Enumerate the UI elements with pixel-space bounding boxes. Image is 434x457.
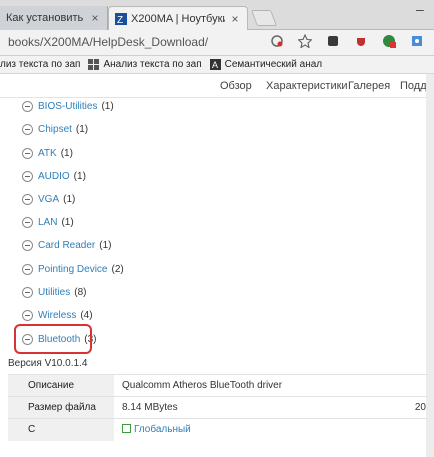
- svg-text:A: A: [212, 60, 218, 70]
- collapse-icon: [22, 147, 33, 159]
- window-control-icon[interactable]: –: [416, 2, 428, 16]
- extension-green-icon[interactable]: [382, 34, 396, 48]
- collapse-icon: [22, 193, 33, 205]
- row-value-link[interactable]: Глобальный: [122, 424, 191, 435]
- category-count: (8): [74, 286, 87, 298]
- global-download-link[interactable]: Глобальный: [134, 424, 191, 435]
- category-name: Chipset: [38, 123, 72, 135]
- collapse-icon: [22, 263, 33, 275]
- collapse-icon: [22, 239, 33, 251]
- category-count: (1): [60, 147, 73, 159]
- category-card-reader[interactable]: Card Reader (1): [22, 238, 112, 252]
- category-lan[interactable]: LAN (1): [22, 215, 74, 229]
- address-bar[interactable]: books/X200MA/HelpDesk_Download/: [8, 35, 208, 49]
- category-count: (1): [99, 239, 112, 251]
- download-icon: [122, 424, 131, 433]
- nav-overview[interactable]: Обзор: [220, 80, 252, 92]
- category-name: Card Reader: [38, 239, 96, 251]
- row-extra: 20: [414, 402, 426, 413]
- category-vga[interactable]: VGA (1): [22, 192, 75, 206]
- table-row: Описание Qualcomm Atheros BlueTooth driv…: [8, 374, 428, 397]
- row-value: 8.14 MBytes: [122, 402, 178, 413]
- category-atk[interactable]: ATK (1): [22, 146, 73, 160]
- tab-label: X200MA | Ноутбуки | AS: [131, 12, 225, 25]
- letter-a-icon: A: [209, 59, 221, 70]
- tab-bluetooth-guide[interactable]: Как установить Bluetoo ×: [0, 6, 108, 30]
- tab-label: Как установить Bluetoo: [6, 12, 85, 24]
- category-pointing-device[interactable]: Pointing Device (2): [22, 262, 124, 276]
- asus-favicon-icon: Z: [115, 12, 127, 26]
- collapse-icon: [22, 286, 33, 298]
- collapse-icon: [22, 100, 33, 112]
- category-name: Wireless: [38, 309, 77, 321]
- row-label: Описание: [8, 375, 114, 397]
- browser-toolbar: books/X200MA/HelpDesk_Download/: [0, 30, 434, 56]
- extension-icon[interactable]: [354, 34, 368, 48]
- category-name: LAN: [38, 216, 58, 228]
- nav-gallery[interactable]: Галерея: [348, 80, 390, 92]
- category-wireless[interactable]: Wireless (4): [22, 308, 93, 322]
- category-name: VGA: [38, 193, 60, 205]
- category-bios-utilities[interactable]: BIOS-Utilities (1): [22, 99, 114, 113]
- collapse-icon: [22, 309, 33, 321]
- category-name: AUDIO: [38, 170, 70, 182]
- bookmark-label: Семантический анал: [224, 59, 323, 70]
- category-count: (1): [73, 170, 86, 182]
- tab-x200ma[interactable]: Z X200MA | Ноутбуки | AS ×: [108, 6, 248, 30]
- site-settings-icon[interactable]: [270, 34, 284, 48]
- site-nav: Обзор Характеристики Галерея Подде: [0, 74, 434, 98]
- category-name: Pointing Device: [38, 263, 108, 275]
- bookmark-item[interactable]: Анализ текста по зап: [88, 59, 202, 70]
- category-count: (2): [111, 263, 124, 275]
- category-count: (1): [61, 216, 74, 228]
- close-icon[interactable]: ×: [89, 12, 101, 24]
- table-row: Размер файла 8.14 MBytes 20: [8, 396, 428, 419]
- category-count: (1): [75, 123, 89, 135]
- row-label: С: [8, 419, 114, 441]
- grid-icon: [88, 59, 100, 70]
- category-name: Utilities: [38, 286, 71, 298]
- category-chipset[interactable]: Chipset (1): [22, 122, 88, 136]
- svg-text:Z: Z: [117, 15, 123, 25]
- toolbar-icons: [270, 33, 424, 49]
- new-tab-button[interactable]: [251, 10, 277, 26]
- menu-icon[interactable]: [410, 34, 424, 48]
- collapse-icon: [22, 170, 33, 182]
- nav-specifications[interactable]: Характеристики: [266, 80, 348, 92]
- category-utilities[interactable]: Utilities (8): [22, 285, 86, 299]
- highlight-box: [14, 324, 92, 354]
- driver-version: Версия V10.0.1.4: [8, 358, 88, 369]
- collapse-icon: [22, 216, 33, 228]
- bookmark-item[interactable]: A Семантический анал: [209, 59, 323, 70]
- bookmarks-bar: лиз текста по зап Анализ текста по зап A…: [0, 56, 434, 74]
- bookmark-item[interactable]: лиз текста по зап: [0, 59, 80, 70]
- category-count: (1): [63, 193, 76, 205]
- bookmark-star-icon[interactable]: [297, 33, 313, 49]
- browser-tabbar: Как установить Bluetoo × Z X200MA | Ноут…: [0, 0, 434, 30]
- bookmark-label: лиз текста по зап: [0, 59, 81, 70]
- table-row: С Глобальный: [8, 418, 428, 441]
- collapse-icon: [22, 123, 33, 135]
- category-audio[interactable]: AUDIO (1): [22, 169, 86, 183]
- category-count: (4): [80, 309, 93, 321]
- row-value: Qualcomm Atheros BlueTooth driver: [122, 380, 283, 391]
- category-name: BIOS-Utilities: [38, 100, 98, 112]
- close-icon[interactable]: ×: [229, 13, 241, 25]
- row-label: Размер файла: [8, 397, 114, 419]
- category-count: (1): [101, 100, 114, 112]
- bookmark-label: Анализ текста по зап: [103, 59, 202, 70]
- category-name: ATK: [38, 147, 57, 159]
- shield-icon[interactable]: [326, 34, 340, 48]
